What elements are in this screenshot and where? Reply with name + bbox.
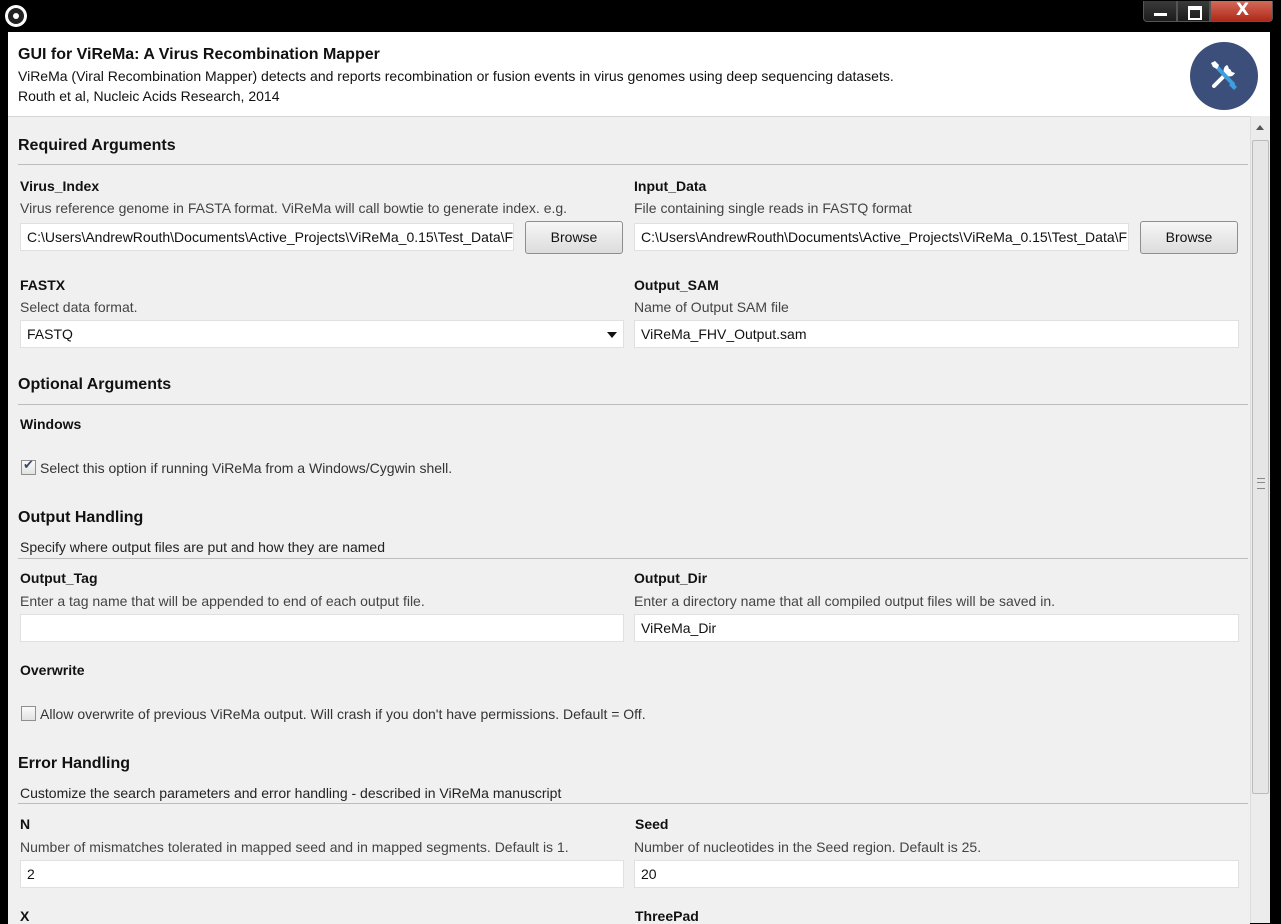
overwrite-checkbox-label[interactable]: Allow overwrite of previous ViReMa outpu… bbox=[40, 706, 646, 722]
app-header: GUI for ViReMa: A Virus Recombination Ma… bbox=[8, 32, 1270, 116]
n-label: N bbox=[20, 816, 31, 832]
input-data-help: File containing single reads in FASTQ fo… bbox=[634, 200, 912, 216]
input-data-browse-button[interactable]: Browse bbox=[1140, 221, 1238, 254]
maximize-button[interactable] bbox=[1177, 1, 1210, 22]
app-citation: Routh et al, Nucleic Acids Research, 201… bbox=[18, 88, 280, 104]
output-handling-subheading: Specify where output files are put and h… bbox=[20, 539, 385, 555]
close-icon: X bbox=[1235, 0, 1250, 20]
section-divider bbox=[18, 404, 1248, 405]
threepad-label: ThreePad bbox=[635, 908, 699, 924]
app-icon[interactable] bbox=[5, 5, 27, 27]
output-tag-input[interactable] bbox=[20, 614, 624, 642]
fastx-selected-value: FASTQ bbox=[27, 326, 73, 342]
close-button[interactable]: X bbox=[1210, 0, 1273, 22]
output-dir-label: Output_Dir bbox=[634, 570, 708, 586]
section-divider bbox=[18, 803, 1248, 804]
virus-index-input[interactable]: C:\Users\AndrewRouth\Documents\Active_Pr… bbox=[20, 223, 514, 251]
fastx-label: FASTX bbox=[20, 277, 66, 293]
scroll-up-arrow-icon[interactable] bbox=[1256, 125, 1264, 130]
vertical-scrollbar[interactable] bbox=[1250, 116, 1270, 923]
output-sam-label: Output_SAM bbox=[634, 277, 719, 293]
virus-index-help: Virus reference genome in FASTA format. … bbox=[20, 200, 568, 216]
input-data-label: Input_Data bbox=[634, 178, 707, 194]
app-description: ViReMa (Viral Recombination Mapper) dete… bbox=[18, 68, 894, 84]
overwrite-checkbox[interactable] bbox=[21, 706, 36, 721]
output-sam-help: Name of Output SAM file bbox=[634, 299, 789, 315]
output-sam-input[interactable]: ViReMa_FHV_Output.sam bbox=[634, 320, 1239, 348]
window-frame bbox=[1270, 32, 1281, 923]
minimize-button[interactable] bbox=[1143, 1, 1177, 22]
virus-index-browse-button[interactable]: Browse bbox=[525, 221, 623, 254]
page-title: GUI for ViReMa: A Virus Recombination Ma… bbox=[18, 46, 380, 63]
output-handling-heading: Output Handling bbox=[18, 509, 144, 526]
fastx-select[interactable]: FASTQ bbox=[20, 320, 624, 348]
grip-icon bbox=[1257, 478, 1265, 489]
error-handling-heading: Error Handling bbox=[18, 755, 131, 772]
fastx-help: Select data format. bbox=[20, 299, 138, 315]
n-help: Number of mismatches tolerated in mapped… bbox=[20, 839, 569, 855]
output-tag-label: Output_Tag bbox=[20, 570, 98, 586]
required-arguments-heading: Required Arguments bbox=[18, 137, 176, 154]
tools-icon bbox=[1190, 42, 1258, 110]
seed-help: Number of nucleotides in the Seed region… bbox=[634, 839, 982, 855]
input-data-input[interactable]: C:\Users\AndrewRouth\Documents\Active_Pr… bbox=[634, 223, 1129, 251]
scrollbar-thumb[interactable] bbox=[1252, 140, 1269, 794]
windows-checkbox-label[interactable]: Select this option if running ViReMa fro… bbox=[40, 460, 452, 476]
x-label: X bbox=[20, 908, 30, 924]
output-dir-help: Enter a directory name that all compiled… bbox=[634, 593, 1055, 609]
windows-checkbox[interactable]: ✔ bbox=[21, 458, 36, 475]
arguments-panel[interactable]: Required Arguments Virus_Index Virus ref… bbox=[8, 116, 1250, 924]
output-tag-help: Enter a tag name that will be appended t… bbox=[20, 593, 425, 609]
checkmark-icon: ✔ bbox=[23, 458, 34, 473]
overwrite-label: Overwrite bbox=[20, 662, 85, 678]
virus-index-label: Virus_Index bbox=[20, 178, 100, 194]
error-handling-subheading: Customize the search parameters and erro… bbox=[20, 785, 562, 801]
seed-input[interactable]: 20 bbox=[634, 860, 1239, 888]
output-dir-input[interactable]: ViReMa_Dir bbox=[634, 614, 1239, 642]
section-divider bbox=[18, 164, 1248, 165]
windows-label: Windows bbox=[20, 416, 82, 432]
n-input[interactable]: 2 bbox=[20, 860, 624, 888]
section-divider bbox=[18, 558, 1248, 559]
window-titlebar: X bbox=[0, 0, 1281, 32]
seed-label: Seed bbox=[635, 816, 669, 832]
optional-arguments-heading: Optional Arguments bbox=[18, 376, 172, 393]
chevron-down-icon bbox=[607, 332, 617, 338]
